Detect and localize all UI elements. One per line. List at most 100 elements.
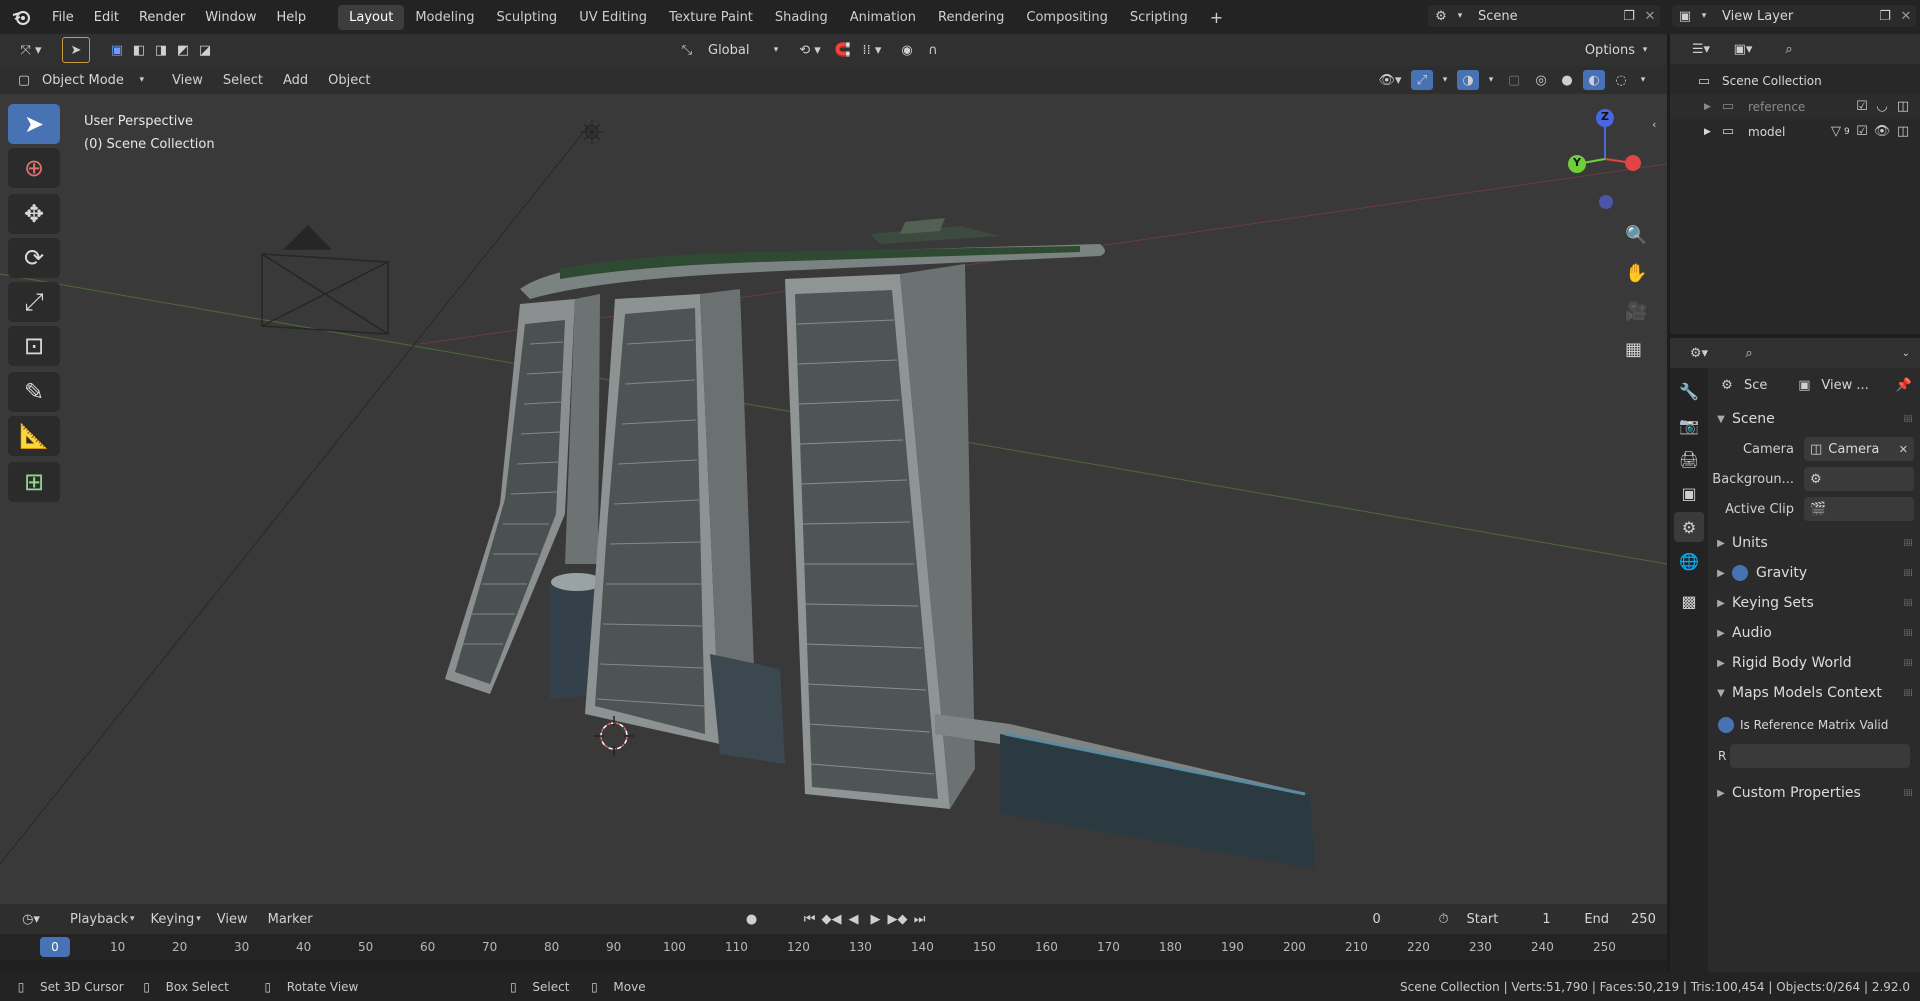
select-extend-mode-icon[interactable]: ◧ [128, 43, 150, 58]
context-view-layer[interactable]: View ... [1821, 378, 1868, 393]
collapse-arrow-icon[interactable]: ▼ [1710, 414, 1732, 425]
play-reverse-icon[interactable]: ◀ [843, 912, 865, 927]
tab-shading[interactable]: Shading [764, 5, 839, 30]
drag-handle-icon[interactable]: ⁞⁞⁞⁞ [1903, 658, 1913, 669]
zoom-icon[interactable]: 🔍 [1625, 216, 1647, 254]
background-scene-field[interactable]: ⚙ [1804, 467, 1914, 491]
menu-help[interactable]: Help [267, 10, 317, 25]
select-difference-mode-icon[interactable]: ◩ [172, 43, 194, 58]
options-dropdown[interactable]: Options [1585, 43, 1635, 58]
visibility-icon[interactable]: 👁▾ [1375, 73, 1405, 88]
expand-arrow-icon[interactable]: ▶ [1710, 788, 1732, 799]
chevron-down-icon[interactable]: ▾ [1485, 75, 1497, 85]
scene-tab-icon[interactable]: ⚙ [1674, 512, 1704, 542]
pan-hand-icon[interactable]: ✋ [1625, 254, 1647, 292]
outliner-root[interactable]: ▭ Scene Collection [1670, 68, 1920, 94]
select-box-tool[interactable]: ➤ [8, 104, 60, 144]
viewport-scene[interactable] [0, 94, 1667, 904]
3d-viewport[interactable]: ⤧ ▾ ➤ ▣ ◧ ◨ ◩ ◪ ⤡ Global ▾ ⟲ ▾ 🧲 ⁞⁞ ▾ ◉ … [0, 34, 1667, 904]
checkbox-icon[interactable]: ☑ [1852, 99, 1872, 114]
perspective-grid-icon[interactable]: ▦ [1625, 330, 1642, 368]
view-layer-tab-icon[interactable]: ▣ [1674, 478, 1704, 508]
jump-start-icon[interactable]: ⏮ [799, 912, 821, 927]
menu-render[interactable]: Render [129, 10, 195, 25]
snap-icon[interactable]: 🧲 [832, 43, 854, 58]
outliner-editor-icon[interactable]: ☰▾ [1686, 42, 1716, 57]
camera-field[interactable]: ◫ Camera ✕ [1804, 437, 1914, 461]
transform-orientation-select[interactable]: Global [708, 43, 770, 58]
menu-marker[interactable]: Marker [258, 912, 323, 927]
tab-uv-editing[interactable]: UV Editing [568, 5, 658, 30]
camera-view-icon[interactable]: 🎥 [1625, 292, 1647, 330]
clear-icon[interactable]: ✕ [1899, 443, 1908, 456]
select-tool-icon[interactable]: ➤ [62, 37, 90, 63]
measure-tool[interactable]: 📐 [8, 416, 60, 456]
drag-handle-icon[interactable]: ⁞⁞⁞⁞ [1903, 628, 1913, 639]
menu-object[interactable]: Object [318, 73, 380, 88]
panel-units[interactable]: ▶ Units ⁞⁞⁞⁞ [1710, 528, 1920, 558]
tab-scripting[interactable]: Scripting [1119, 5, 1199, 30]
playhead[interactable]: 0 [40, 937, 70, 957]
pin-icon[interactable]: 📌 [1896, 378, 1912, 393]
drag-handle-icon[interactable]: ⁞⁞⁞⁞ [1903, 568, 1913, 579]
search-icon[interactable]: ⌕ [1738, 346, 1760, 361]
xray-toggle-icon[interactable]: ▢ [1503, 73, 1525, 88]
transform-tool[interactable]: ⊡ [8, 326, 60, 366]
expand-arrow-icon[interactable]: ▶ [1710, 628, 1732, 639]
proportional-editing-icon[interactable]: ◉ [896, 43, 918, 58]
start-frame-field[interactable]: 1 [1542, 912, 1572, 927]
tab-layout[interactable]: Layout [338, 4, 405, 30]
outliner-item-reference[interactable]: ▶ ▭ reference ☑ ◡ ◫ [1670, 94, 1920, 119]
snap-target-icon[interactable]: ⁞⁞ ▾ [858, 43, 886, 58]
record-icon[interactable]: ● [741, 912, 763, 927]
expand-arrow-icon[interactable]: ▶ [1710, 568, 1732, 579]
expand-arrow-icon[interactable]: ▶ [1710, 598, 1732, 609]
menu-file[interactable]: File [42, 10, 84, 25]
annotate-tool[interactable]: ✎ [8, 372, 60, 412]
hidden-eye-icon[interactable]: ◡ [1872, 99, 1892, 114]
menu-view[interactable]: View [162, 73, 213, 88]
eye-icon[interactable]: 👁 [1872, 124, 1892, 139]
drag-handle-icon[interactable]: ⁞⁞⁞⁞ [1903, 788, 1913, 799]
panel-gravity[interactable]: ▶ Gravity ⁞⁞⁞⁞ [1710, 558, 1920, 588]
editor-type-icon[interactable]: ⤧ ▾ [14, 43, 48, 58]
play-icon[interactable]: ▶ [865, 912, 887, 927]
cursor-tool[interactable]: ⊕ [8, 148, 60, 188]
new-view-layer-icon[interactable]: ❐ [1874, 9, 1896, 24]
timeline-editor-icon[interactable]: ◷▾ [14, 912, 48, 927]
mode-selector[interactable]: ▢ Object Mode ▾ [14, 73, 144, 88]
view-layer-selector[interactable]: ▣ ▾ View Layer ❐ ✕ [1672, 5, 1916, 27]
panel-custom-properties[interactable]: ▶ Custom Properties ⁞⁞⁞⁞ [1710, 778, 1920, 808]
current-frame-field[interactable]: 0 [1373, 912, 1413, 927]
output-tab-icon[interactable]: 🖨 [1674, 444, 1704, 474]
panel-scene[interactable]: ▼ Scene ⁞⁞⁞⁞ [1710, 404, 1920, 434]
material-shading-icon[interactable]: ◐ [1583, 70, 1605, 90]
blender-logo-icon[interactable] [8, 8, 34, 26]
add-cube-tool[interactable]: ⊞ [8, 462, 60, 502]
solid-shading-icon[interactable]: ● [1557, 73, 1577, 88]
overlays-toggle-icon[interactable]: ◑ [1457, 70, 1479, 90]
drag-handle-icon[interactable]: ⁞⁞⁞⁞ [1903, 538, 1913, 549]
jump-end-icon[interactable]: ⏭ [909, 912, 931, 927]
menu-add[interactable]: Add [273, 73, 318, 88]
menu-edit[interactable]: Edit [84, 10, 129, 25]
view-layer-name[interactable]: View Layer [1722, 9, 1874, 24]
prev-keyframe-icon[interactable]: ◆◀ [821, 912, 843, 927]
sidebar-toggle-icon[interactable]: ‹ [1652, 118, 1656, 131]
drag-handle-icon[interactable]: ⁞⁞⁞⁞ [1903, 598, 1913, 609]
menu-view[interactable]: View [207, 912, 258, 927]
rendered-shading-icon[interactable]: ◌ [1611, 73, 1631, 88]
select-intersect-mode-icon[interactable]: ◪ [194, 43, 216, 58]
navigation-gizmo[interactable]: Z Y [1555, 104, 1645, 214]
tab-animation[interactable]: Animation [839, 5, 927, 30]
display-mode-icon[interactable]: ▣▾ [1728, 42, 1758, 57]
timeline-scrollbar[interactable] [0, 960, 1667, 972]
maps-r-field[interactable] [1730, 744, 1910, 768]
tab-compositing[interactable]: Compositing [1015, 5, 1119, 30]
expand-arrow-icon[interactable]: ▶ [1710, 538, 1732, 549]
drag-handle-icon[interactable]: ⁞⁞⁞⁞ [1903, 688, 1913, 699]
expand-arrow-icon[interactable]: ▶ [1704, 102, 1718, 112]
select-new-mode-icon[interactable]: ▣ [106, 43, 128, 58]
expand-arrow-icon[interactable]: ▶ [1710, 658, 1732, 669]
panel-rigid-body-world[interactable]: ▶ Rigid Body World ⁞⁞⁞⁞ [1710, 648, 1920, 678]
